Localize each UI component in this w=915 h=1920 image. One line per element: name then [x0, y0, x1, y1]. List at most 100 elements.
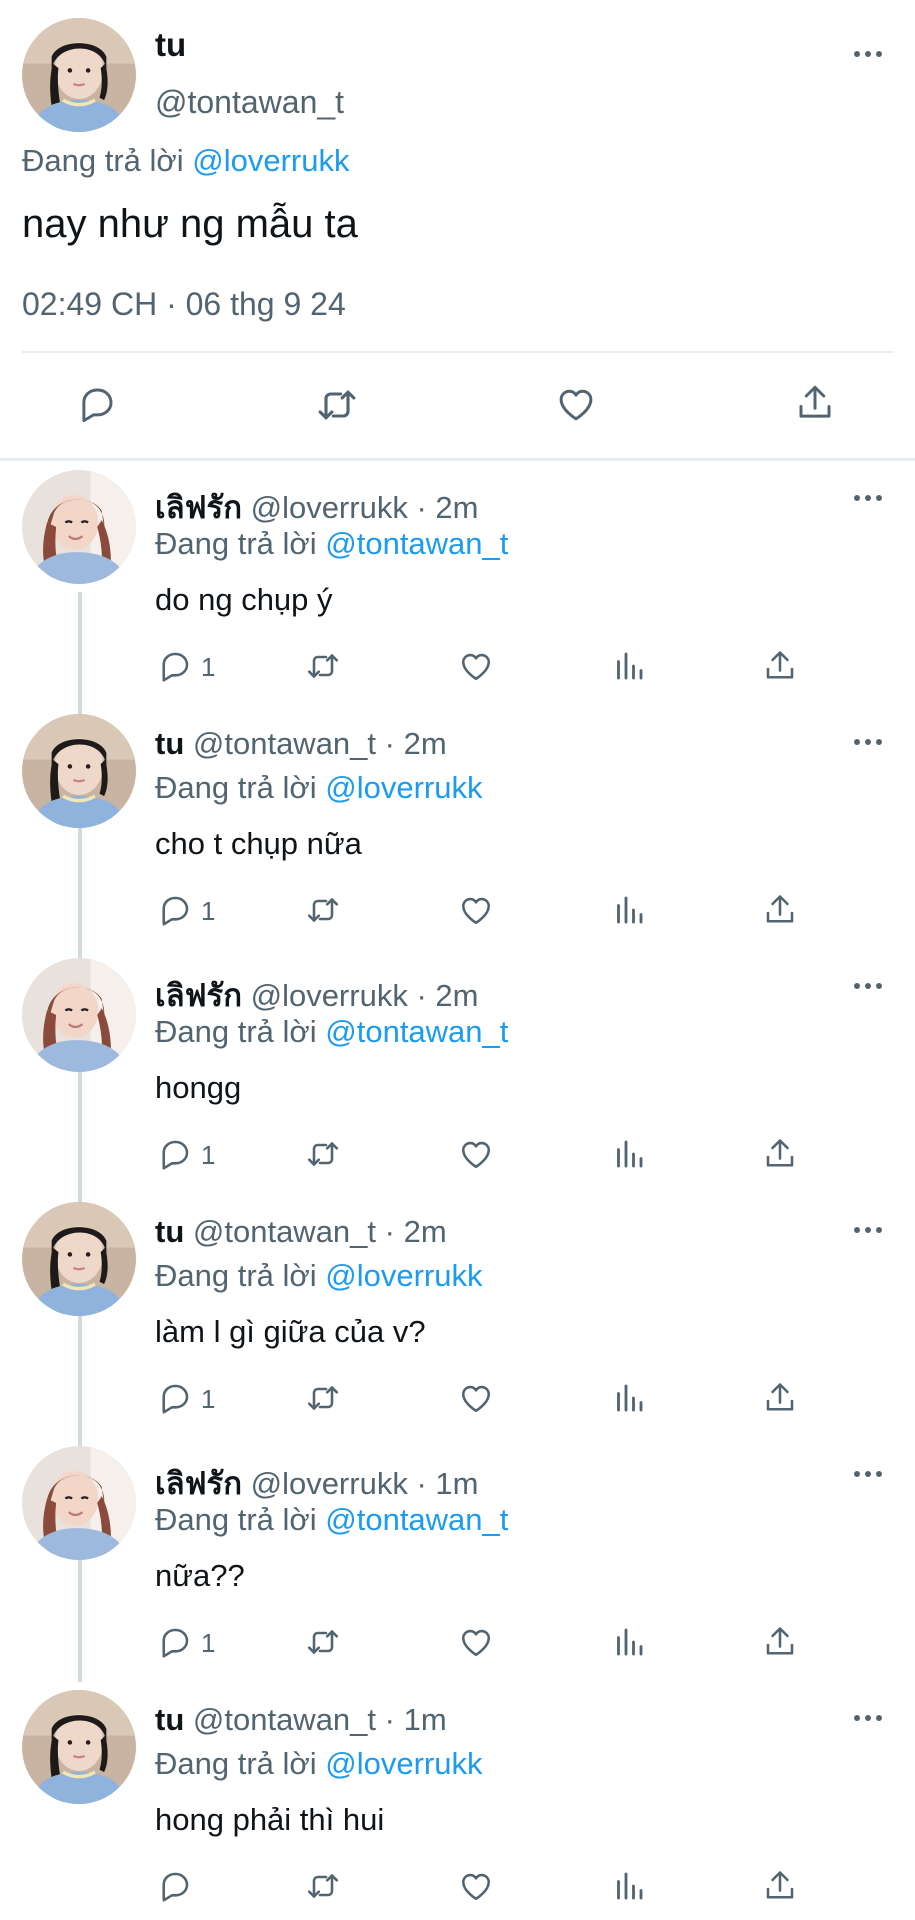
tweet-header: เลิฟรัก @loverrukk · 2m: [155, 482, 478, 532]
tweet-time[interactable]: · 1m: [416, 1466, 478, 1501]
display-name[interactable]: tu: [155, 1702, 184, 1737]
like-icon[interactable]: [458, 1136, 494, 1172]
replying-to-label: Đang trả lời: [155, 770, 317, 805]
tweet-time[interactable]: · 2m: [416, 978, 478, 1013]
views-icon[interactable]: [611, 648, 647, 684]
share-icon[interactable]: [762, 648, 798, 684]
mention-link[interactable]: @tontawan_t: [325, 1502, 508, 1537]
like-icon[interactable]: [458, 648, 494, 684]
tweet-text: hongg: [155, 1070, 242, 1105]
share-icon[interactable]: [762, 1868, 798, 1904]
avatar[interactable]: [22, 1202, 136, 1316]
reply-icon[interactable]: [157, 1380, 193, 1416]
replying-to-label: Đang trả lời: [155, 1258, 317, 1293]
reply-icon[interactable]: [157, 1868, 193, 1904]
reply-icon[interactable]: [157, 1136, 193, 1172]
tweet-text: do ng chụp ý: [155, 582, 333, 617]
display-name[interactable]: tu: [155, 1214, 184, 1249]
replying-to-label: Đang trả lời: [155, 1014, 317, 1049]
replying-to: Đang trả lời @loverrukk: [22, 143, 349, 179]
display-name[interactable]: เลิฟรัก: [155, 978, 242, 1013]
username[interactable]: @tontawan_t: [155, 84, 344, 121]
share-icon[interactable]: [762, 1380, 798, 1416]
username[interactable]: @loverrukk: [251, 978, 408, 1013]
reply-count: 1: [201, 1628, 216, 1658]
replying-to: Đang trả lời @tontawan_t: [155, 1014, 508, 1050]
display-name[interactable]: tu: [155, 726, 184, 761]
divider: [22, 351, 893, 353]
avatar[interactable]: [22, 1690, 136, 1804]
avatar[interactable]: [22, 18, 136, 132]
tweet-text: cho t chụp nữa: [155, 826, 362, 861]
mention-link[interactable]: @loverrukk: [325, 770, 482, 805]
retweet-icon[interactable]: [315, 383, 359, 427]
mention-link[interactable]: @loverrukk: [325, 1746, 482, 1781]
display-name[interactable]: tu: [155, 26, 186, 64]
retweet-icon[interactable]: [305, 1380, 341, 1416]
profile-photo-icon: [22, 958, 136, 1072]
reply-icon[interactable]: [157, 1624, 193, 1660]
views-icon[interactable]: [611, 1380, 647, 1416]
more-options-icon[interactable]: [854, 981, 884, 991]
reply-icon[interactable]: [76, 383, 118, 425]
tweet-timestamp[interactable]: 02:49 CH · 06 thg 9 24: [22, 286, 346, 323]
display-name[interactable]: เลิฟรัก: [155, 490, 242, 525]
avatar[interactable]: [22, 958, 136, 1072]
section-divider: [0, 458, 915, 461]
share-icon[interactable]: [762, 1624, 798, 1660]
share-icon[interactable]: [762, 1136, 798, 1172]
more-options-icon[interactable]: [854, 49, 884, 59]
username[interactable]: @loverrukk: [251, 490, 408, 525]
avatar[interactable]: [22, 1446, 136, 1560]
tweet-text: làm l gì giữa của v?: [155, 1314, 426, 1349]
username[interactable]: @loverrukk: [251, 1466, 408, 1501]
tweet-time[interactable]: · 1m: [385, 1702, 447, 1737]
username[interactable]: @tontawan_t: [193, 1702, 376, 1737]
tweet-text: nay như ng mẫu ta: [22, 202, 358, 246]
mention-link[interactable]: @tontawan_t: [325, 526, 508, 561]
username[interactable]: @tontawan_t: [193, 726, 376, 761]
like-icon[interactable]: [458, 892, 494, 928]
tweet-text: hong phải thì hui: [155, 1802, 385, 1837]
replying-to: Đang trả lời @loverrukk: [155, 770, 482, 806]
retweet-icon[interactable]: [305, 648, 341, 684]
share-icon[interactable]: [794, 382, 836, 424]
replying-to: Đang trả lời @tontawan_t: [155, 1502, 508, 1538]
more-options-icon[interactable]: [854, 737, 884, 747]
tweet-time[interactable]: · 2m: [385, 726, 447, 761]
retweet-icon[interactable]: [305, 1136, 341, 1172]
like-icon[interactable]: [555, 383, 597, 425]
views-icon[interactable]: [611, 1624, 647, 1660]
mention-link[interactable]: @tontawan_t: [325, 1014, 508, 1049]
views-icon[interactable]: [611, 1868, 647, 1904]
retweet-icon[interactable]: [305, 892, 341, 928]
views-icon[interactable]: [611, 892, 647, 928]
avatar[interactable]: [22, 470, 136, 584]
mention-link[interactable]: @loverrukk: [192, 143, 349, 178]
more-options-icon[interactable]: [854, 1713, 884, 1723]
reply-count: 1: [201, 1140, 216, 1170]
retweet-icon[interactable]: [305, 1868, 341, 1904]
mention-link[interactable]: @loverrukk: [325, 1258, 482, 1293]
like-icon[interactable]: [458, 1868, 494, 1904]
avatar[interactable]: [22, 714, 136, 828]
views-icon[interactable]: [611, 1136, 647, 1172]
more-options-icon[interactable]: [854, 493, 884, 503]
like-icon[interactable]: [458, 1380, 494, 1416]
profile-photo-icon: [22, 470, 136, 584]
tweet-header: tu @tontawan_t · 1m: [155, 1702, 447, 1738]
retweet-icon[interactable]: [305, 1624, 341, 1660]
share-icon[interactable]: [762, 892, 798, 928]
replying-to-label: Đang trả lời: [22, 143, 184, 178]
like-icon[interactable]: [458, 1624, 494, 1660]
more-options-icon[interactable]: [854, 1469, 884, 1479]
tweet-time[interactable]: · 2m: [385, 1214, 447, 1249]
username[interactable]: @tontawan_t: [193, 1214, 376, 1249]
reply-icon[interactable]: [157, 892, 193, 928]
display-name[interactable]: เลิฟรัก: [155, 1466, 242, 1501]
reply-icon[interactable]: [157, 648, 193, 684]
profile-photo-icon: [22, 1202, 136, 1316]
tweet-header: เลิฟรัก @loverrukk · 2m: [155, 970, 478, 1020]
more-options-icon[interactable]: [854, 1225, 884, 1235]
tweet-time[interactable]: · 2m: [416, 490, 478, 525]
